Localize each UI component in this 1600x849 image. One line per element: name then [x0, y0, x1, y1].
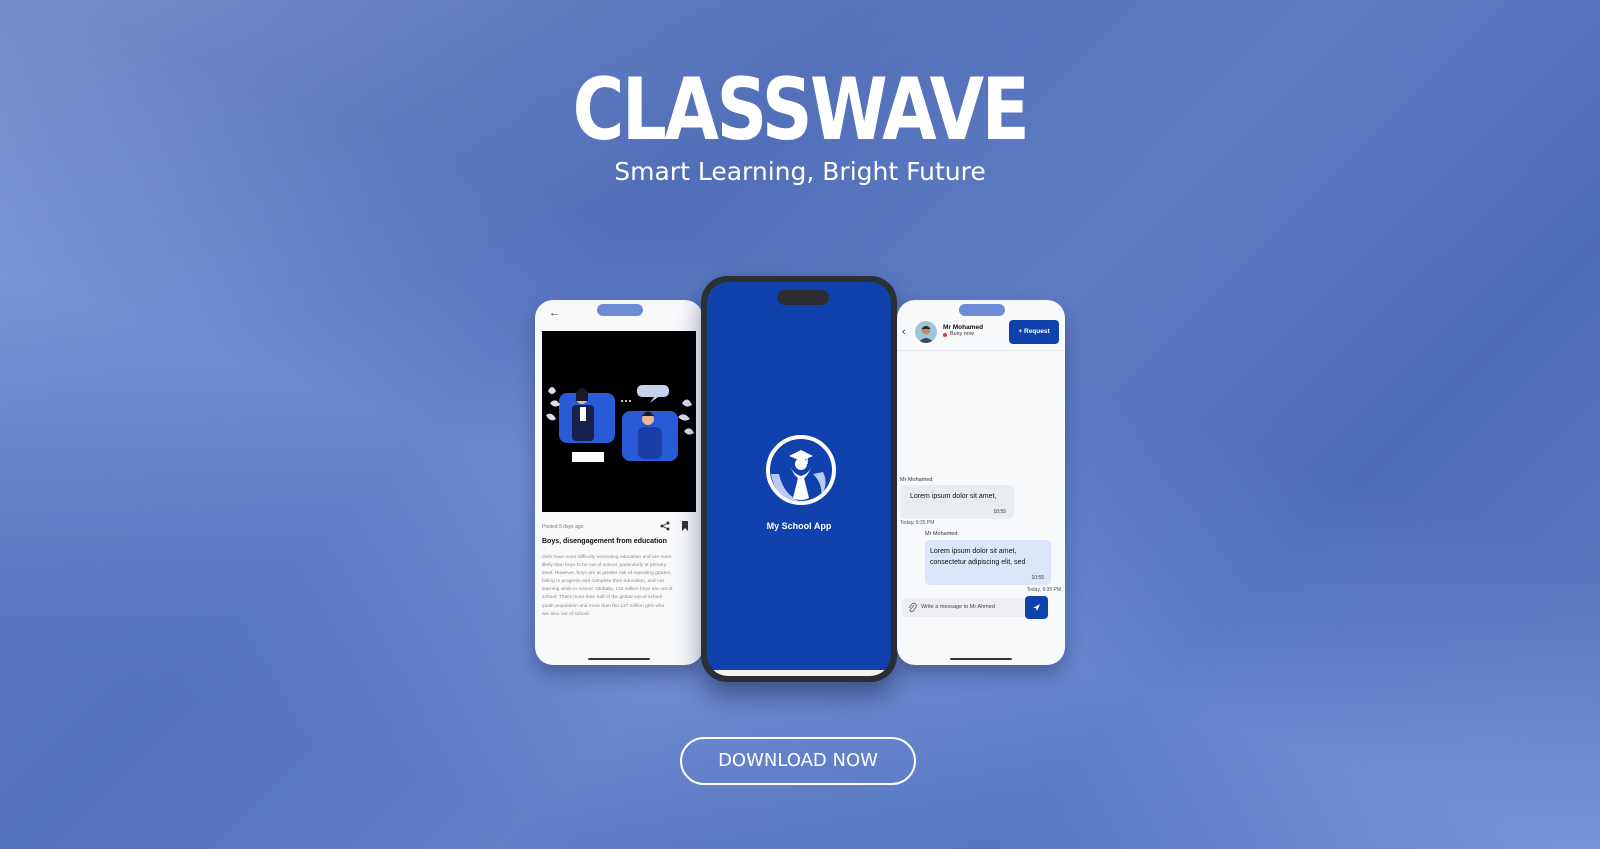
back-chevron-icon[interactable]: ‹ [902, 326, 906, 338]
bookmark-icon[interactable] [681, 521, 689, 531]
news-body-line: youth population and more than the 127 m… [542, 603, 665, 609]
phone-splash-screen: My School App [701, 276, 897, 682]
news-illustration [542, 331, 696, 512]
graduate-logo-icon [766, 435, 836, 505]
paperclip-icon[interactable] [908, 602, 917, 613]
request-button[interactable]: + Request [1009, 320, 1059, 344]
message-text: Lorem ipsum dolor sit amet, consectetur … [930, 548, 1026, 566]
message-time: 10:55 [1031, 575, 1044, 581]
news-body-line: level. However, boys are at greater risk… [542, 571, 672, 577]
news-body-line: likely than boys to be out of school, pa… [542, 563, 667, 569]
news-headline: Boys, disengagement from education [542, 538, 667, 545]
avatar[interactable] [915, 321, 937, 343]
app-name: My School App [766, 521, 832, 531]
brand-title: CLASSWAVE [572, 60, 1030, 160]
news-body: Girls have more difficulty accessing edu… [542, 554, 698, 619]
send-icon [1033, 604, 1040, 611]
brand-tagline: Smart Learning, Bright Future [614, 157, 986, 186]
message-time: 10:55 [993, 509, 1006, 515]
news-body-line: Girls have more difficulty accessing edu… [542, 555, 672, 560]
contact-name: Mr Mohamed [943, 324, 984, 331]
message-input-placeholder: Write a message to Mr Ahmed [921, 604, 995, 610]
download-now-button[interactable]: DOWNLOAD NOW [680, 737, 916, 785]
message-text: Lorem ipsum dolor sit amet, [910, 493, 997, 500]
phone-news-screen: ← Posted 5 days ago Boys, disengagement … [535, 300, 703, 665]
message-sender: Mr Mohamed [900, 477, 933, 483]
message-bubble-received: Lorem ipsum dolor sit amet, 10:55 [900, 485, 1014, 519]
dynamic-island [597, 304, 643, 316]
chat-header: ‹ Mr Mohamed Busy now + Request [897, 318, 1065, 351]
dynamic-island [959, 304, 1005, 316]
home-indicator [588, 658, 650, 660]
message-date: Today, 9:35 PM [900, 520, 935, 526]
share-icon[interactable] [660, 521, 670, 531]
news-body-line: school. That's more than half of the glo… [542, 595, 663, 601]
phone-chat-screen: ‹ Mr Mohamed Busy now + Request Mr Moham… [897, 300, 1065, 665]
back-arrow-icon[interactable]: ← [549, 307, 560, 319]
busy-status-dot [943, 333, 947, 337]
home-indicator [950, 658, 1012, 660]
posted-date: Posted 5 days ago [542, 524, 584, 530]
message-date: Today, 9:35 PM [1026, 587, 1061, 593]
contact-status: Busy now [950, 331, 974, 337]
message-sender: Mr Mohamed [925, 531, 958, 537]
send-button[interactable] [1025, 596, 1048, 619]
news-body-line: failing to progress and complete their e… [542, 579, 664, 585]
message-input[interactable]: Write a message to Mr Ahmed [902, 598, 1027, 617]
home-indicator [707, 670, 891, 676]
news-body-line: learning while in school. Globally, 132 … [542, 587, 673, 593]
dynamic-island [777, 290, 829, 305]
news-body-line: are also out of school. [542, 611, 590, 617]
splash-screen: My School App [707, 282, 891, 676]
message-bubble-sent: Lorem ipsum dolor sit amet, consectetur … [925, 540, 1051, 585]
